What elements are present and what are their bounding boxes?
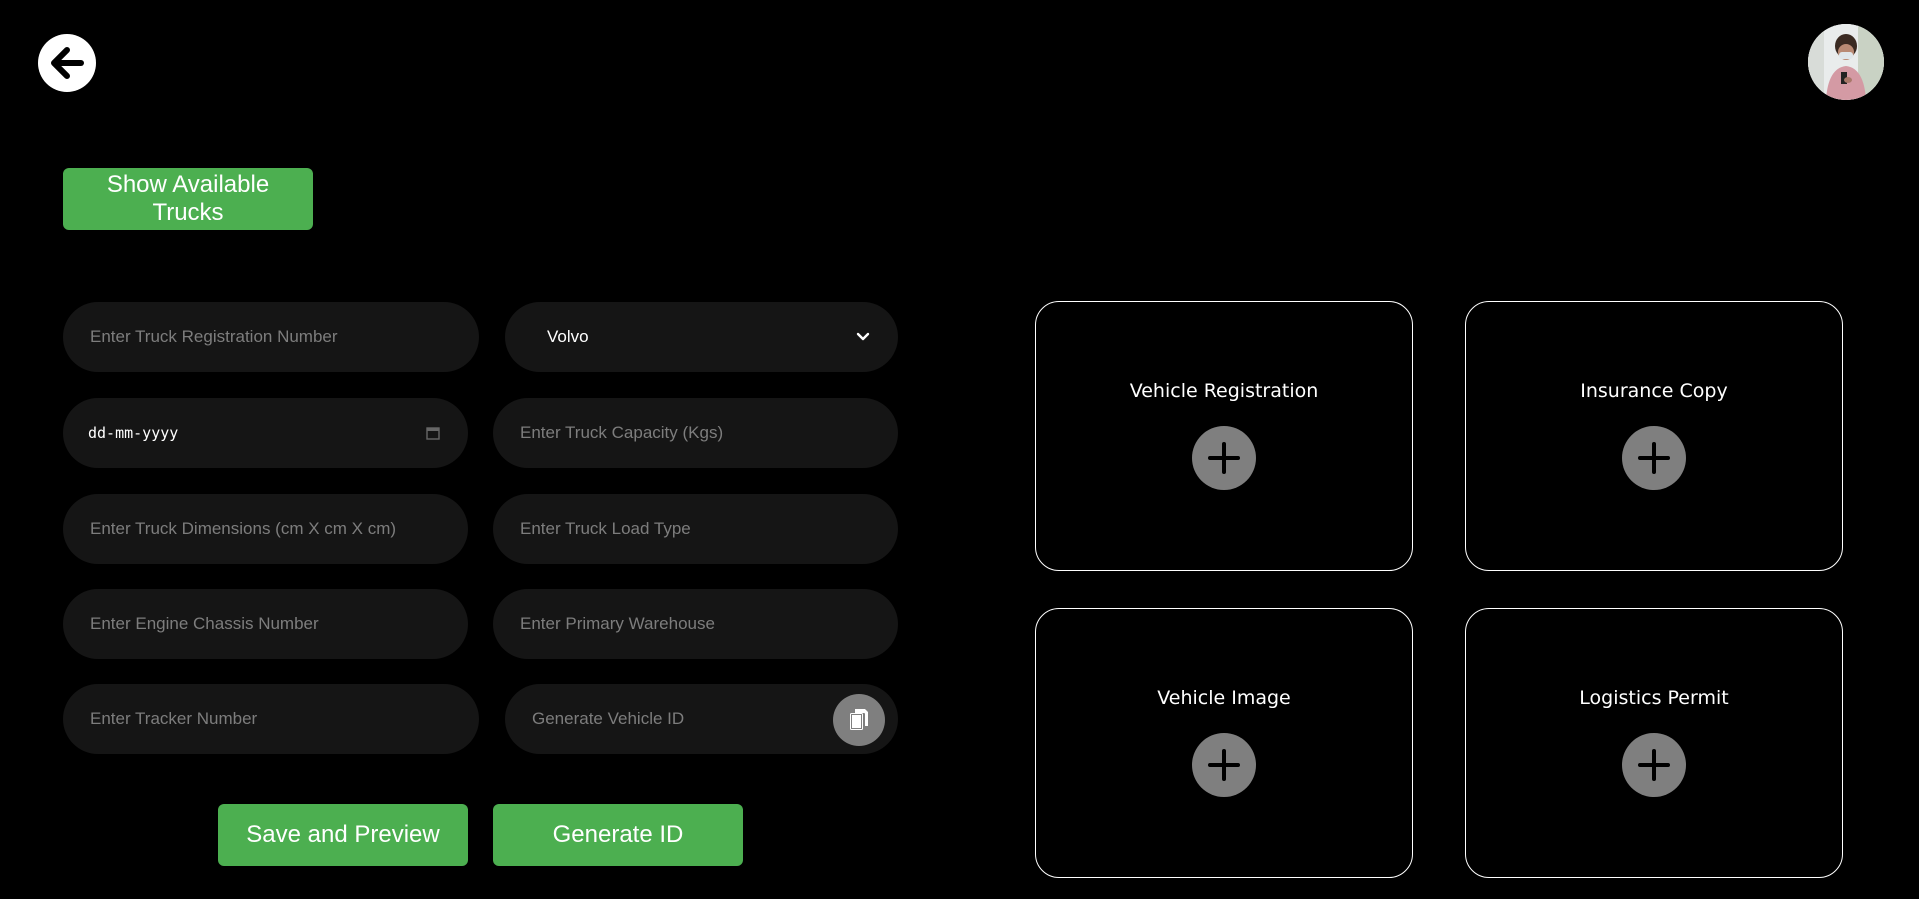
upload-title: Vehicle Registration bbox=[1129, 380, 1319, 402]
plus-icon bbox=[1206, 747, 1242, 783]
engine-chassis-input[interactable] bbox=[88, 613, 468, 635]
add-truck-page: Show Available Trucks Volvo dd-mm-yyyy bbox=[0, 0, 1919, 899]
date-value: dd-mm-yyyy bbox=[88, 424, 179, 442]
upload-vehicle-image[interactable]: Vehicle Image bbox=[1035, 608, 1413, 878]
upload-logistics-permit[interactable]: Logistics Permit bbox=[1465, 608, 1843, 878]
chevron-down-icon bbox=[856, 332, 870, 342]
primary-warehouse-field[interactable] bbox=[493, 589, 898, 659]
truck-dimensions-field[interactable] bbox=[63, 494, 468, 564]
tracker-number-input[interactable] bbox=[88, 708, 479, 730]
add-logistics-permit-button[interactable] bbox=[1622, 733, 1686, 797]
truck-capacity-input[interactable] bbox=[518, 422, 898, 444]
upload-title: Insurance Copy bbox=[1580, 380, 1728, 402]
upload-title: Logistics Permit bbox=[1579, 687, 1729, 709]
vehicle-id-input[interactable] bbox=[530, 708, 834, 730]
tracker-number-field[interactable] bbox=[63, 684, 479, 754]
upload-vehicle-registration[interactable]: Vehicle Registration bbox=[1035, 301, 1413, 571]
vehicle-id-field[interactable] bbox=[505, 684, 898, 754]
truck-capacity-field[interactable] bbox=[493, 398, 898, 468]
show-available-trucks-button[interactable]: Show Available Trucks bbox=[63, 168, 313, 230]
arrow-left-icon bbox=[47, 43, 87, 83]
add-insurance-copy-button[interactable] bbox=[1622, 426, 1686, 490]
copy-icon bbox=[848, 708, 870, 732]
generate-id-button[interactable]: Generate ID bbox=[493, 804, 743, 866]
add-vehicle-registration-button[interactable] bbox=[1192, 426, 1256, 490]
upload-title: Vehicle Image bbox=[1157, 687, 1291, 709]
primary-warehouse-input[interactable] bbox=[518, 613, 898, 635]
plus-icon bbox=[1636, 747, 1672, 783]
save-and-preview-button[interactable]: Save and Preview bbox=[218, 804, 468, 866]
truck-make-select[interactable]: Volvo bbox=[505, 302, 898, 372]
back-button[interactable] bbox=[38, 34, 96, 92]
user-avatar-icon bbox=[1808, 24, 1884, 100]
calendar-icon[interactable] bbox=[426, 426, 440, 440]
add-vehicle-image-button[interactable] bbox=[1192, 733, 1256, 797]
upload-insurance-copy[interactable]: Insurance Copy bbox=[1465, 301, 1843, 571]
truck-registration-field[interactable] bbox=[63, 302, 479, 372]
truck-load-type-input[interactable] bbox=[518, 518, 898, 540]
engine-chassis-field[interactable] bbox=[63, 589, 468, 659]
truck-load-type-field[interactable] bbox=[493, 494, 898, 564]
avatar[interactable] bbox=[1808, 24, 1884, 100]
plus-icon bbox=[1636, 440, 1672, 476]
plus-icon bbox=[1206, 440, 1242, 476]
truck-registration-input[interactable] bbox=[88, 326, 479, 348]
registration-date-field[interactable]: dd-mm-yyyy bbox=[63, 398, 468, 468]
truck-make-value: Volvo bbox=[547, 327, 589, 346]
copy-button[interactable] bbox=[833, 694, 885, 746]
truck-dimensions-input[interactable] bbox=[88, 518, 468, 540]
